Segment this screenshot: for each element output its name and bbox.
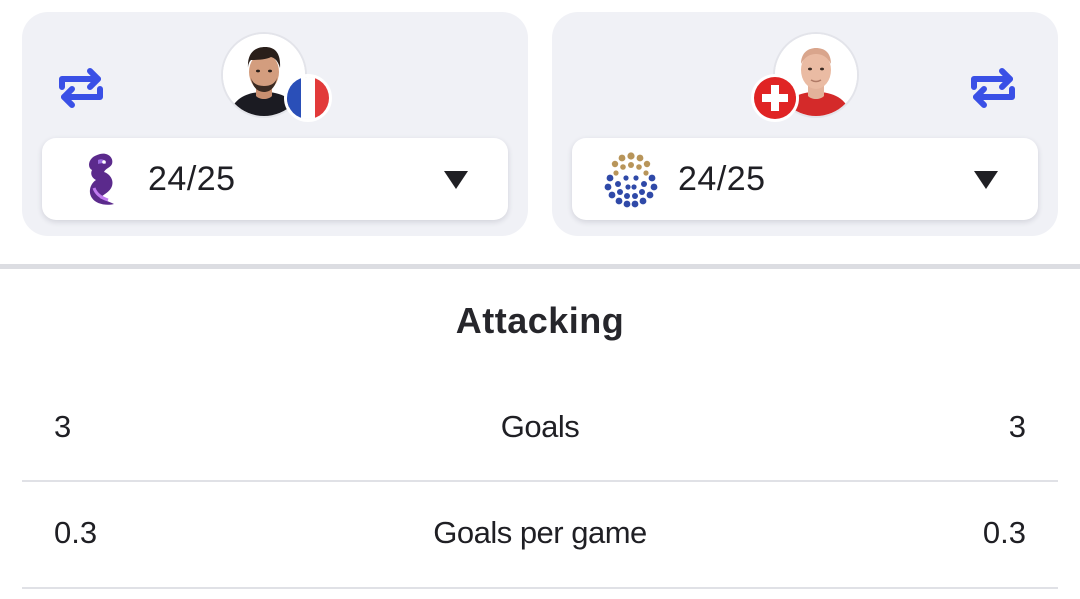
left-player-card: 24/25 — [22, 12, 528, 236]
swap-icon — [59, 68, 103, 108]
section-title-attacking: Attacking — [455, 300, 625, 341]
stat-row-goals-per-game: 0.3 Goals per game 0.3 — [22, 487, 1058, 587]
left-season-selector[interactable]: 24/25 — [42, 138, 508, 220]
france-flag-icon — [284, 74, 332, 122]
right-player-card: 24/25 — [552, 12, 1058, 236]
chevron-down-icon — [444, 171, 468, 189]
right-season-label: 24/25 — [678, 160, 766, 198]
section-divider — [0, 264, 1080, 269]
right-season-selector[interactable]: 24/25 — [572, 138, 1038, 220]
swap-icon — [971, 68, 1015, 108]
stat-right-value: 0.3 — [982, 515, 1026, 550]
chevron-down-icon — [974, 171, 998, 189]
league-lion-logo-icon — [89, 153, 114, 205]
left-season-label: 24/25 — [148, 160, 236, 198]
stat-label: Goals — [500, 409, 580, 444]
switzerland-flag-icon — [751, 74, 799, 122]
row-divider — [22, 480, 1058, 482]
player-comparison-header: 24/25 24/25 — [0, 0, 1080, 264]
swap-left-player-button[interactable] — [52, 58, 110, 118]
stat-label: Goals per game — [433, 515, 647, 550]
league-dotted-ball-logo-icon — [604, 152, 658, 208]
stat-right-value: 3 — [1008, 409, 1026, 444]
swap-right-player-button[interactable] — [964, 58, 1022, 118]
row-divider — [22, 587, 1058, 589]
stat-row-goals: 3 Goals 3 — [22, 381, 1058, 481]
